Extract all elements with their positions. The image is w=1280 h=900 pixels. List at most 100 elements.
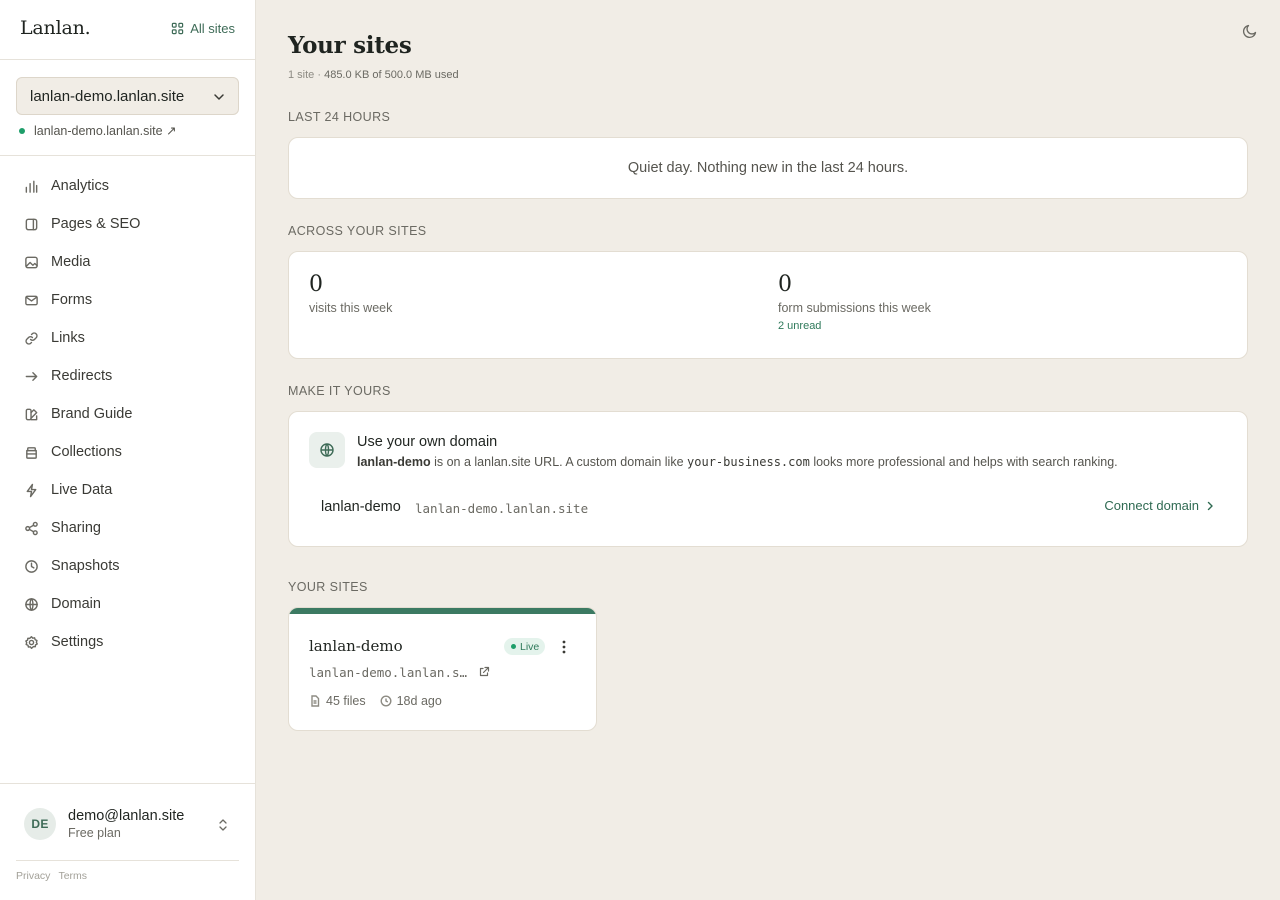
all-sites-label: All sites (190, 21, 235, 36)
sidebar-item-media[interactable]: Media (0, 243, 256, 281)
sidebar-item-domain[interactable]: Domain (0, 585, 256, 623)
sidebar: Lanlan. All sites lanlan-demo.lanlan.sit… (0, 0, 256, 900)
file-icon (311, 695, 320, 707)
site-select[interactable]: lanlan-demo.lanlan.site (16, 77, 239, 115)
globe-icon-box (309, 432, 345, 468)
sidebar-item-label: Media (51, 254, 91, 270)
connect-domain-label: Connect domain (1104, 498, 1199, 513)
sidebar-item-label: Collections (51, 444, 122, 460)
sidebar-item-label: Brand Guide (51, 406, 133, 422)
all-sites-link[interactable]: All sites (171, 21, 235, 36)
user-menu[interactable]: DE demo@lanlan.site Free plan (24, 808, 184, 840)
forms-label: form submissions this week (778, 301, 931, 315)
link-icon (25, 331, 38, 345)
desc-site-name: lanlan-demo (357, 455, 431, 469)
domain-card-title: Use your own domain (357, 434, 498, 450)
divider (0, 155, 256, 156)
sidebar-item-label: Pages & SEO (51, 216, 141, 232)
globe-icon (320, 443, 334, 457)
share-icon (25, 521, 38, 535)
section-label-make-it-yours: Make it yours (288, 384, 391, 398)
sidebar-item-analytics[interactable]: Analytics (0, 167, 256, 205)
sidebar-item-label: Settings (51, 634, 104, 650)
visits-value: 0 (309, 272, 323, 297)
page-title: Your sites (288, 32, 412, 59)
site-card-accent-bar (289, 608, 596, 614)
bolt-icon (26, 483, 37, 497)
sidebar-item-label: Redirects (51, 368, 113, 384)
divider (16, 860, 239, 861)
sidebar-item-label: Analytics (51, 178, 110, 194)
site-url-text: lanlan-demo.lanlan.site ↗ (34, 124, 177, 138)
site-card[interactable]: lanlan-demo Live lanlan-demo.lanlan.site… (288, 607, 597, 731)
unread-link[interactable]: 2 unread (778, 320, 931, 332)
status-badge: Live (504, 638, 546, 655)
external-link-icon[interactable] (478, 666, 490, 678)
terms-link[interactable]: Terms (58, 870, 87, 882)
gear-icon (25, 635, 38, 649)
subtitle-separator: · (314, 69, 325, 81)
clock-icon (25, 559, 38, 573)
connect-domain-button[interactable]: Connect domain (1104, 498, 1215, 513)
palette-icon (25, 408, 38, 420)
visits-label: visits this week (309, 301, 393, 315)
activity-empty-text: Quiet day. Nothing new in the last 24 ho… (627, 160, 909, 176)
sidebar-item-label: Live Data (51, 482, 113, 498)
site-url-link[interactable]: lanlan-demo.lanlan.site ↗ (19, 123, 177, 138)
moon-icon[interactable] (1242, 23, 1258, 39)
sidebar-item-links[interactable]: Links (0, 319, 256, 357)
privacy-link[interactable]: Privacy (16, 870, 50, 882)
sidebar-item-live-data[interactable]: Live Data (0, 471, 256, 509)
grid-icon (171, 22, 184, 35)
page-subtitle: 1 site · 485.0 KB of 500.0 MB used (288, 69, 459, 81)
sidebar-item-pages-seo[interactable]: Pages & SEO (0, 205, 256, 243)
status-badge-label: Live (520, 640, 540, 653)
chevron-right-icon (1207, 501, 1213, 510)
chevron-up-down-icon[interactable] (217, 817, 229, 833)
custom-domain-card: Use your own domain lanlan-demo is on a … (288, 411, 1248, 547)
site-card-meta: 45 files 18d ago (309, 694, 442, 708)
image-icon (25, 256, 38, 268)
sidebar-item-label: Snapshots (51, 558, 120, 574)
sidebar-item-forms[interactable]: Forms (0, 281, 256, 319)
stats-card: 0 visits this week 0 form submissions th… (288, 251, 1248, 359)
more-vertical-icon (562, 640, 566, 654)
files-count-label: 45 files (326, 694, 366, 708)
sidebar-item-redirects[interactable]: Redirects (0, 357, 256, 395)
sidebar-item-settings[interactable]: Settings (0, 623, 256, 661)
clock-icon (380, 695, 392, 707)
forms-stat: 0 form submissions this week 2 unread (778, 272, 931, 332)
sidebar-item-sharing[interactable]: Sharing (0, 509, 256, 547)
section-label-your-sites: Your sites (288, 580, 368, 594)
desc-example-domain: your-business.com (687, 455, 810, 469)
section-label-across-sites: Across your sites (288, 224, 427, 238)
sidebar-item-label: Domain (51, 596, 101, 612)
sidebar-item-collections[interactable]: Collections (0, 433, 256, 471)
site-count: 1 site (288, 69, 315, 81)
forms-value: 0 (778, 272, 792, 297)
section-label-last-24h: Last 24 hours (288, 110, 391, 124)
page-icon (25, 218, 38, 230)
sidebar-nav: Analytics Pages & SEO Media Forms Links … (0, 167, 256, 661)
status-dot (511, 644, 516, 649)
user-email: demo@lanlan.site (68, 808, 185, 824)
logo[interactable]: Lanlan. (20, 17, 91, 39)
last-updated-label: 18d ago (396, 694, 442, 708)
bar-chart-icon (25, 180, 38, 193)
sidebar-item-label: Forms (51, 292, 93, 308)
status-dot (19, 127, 25, 134)
footer-links: Privacy Terms (16, 870, 87, 882)
database-icon (26, 446, 37, 459)
more-options-button[interactable] (555, 638, 573, 656)
storage-usage: 485.0 KB of 500.0 MB used (324, 69, 459, 81)
divider (0, 783, 256, 784)
sidebar-item-brand-guide[interactable]: Brand Guide (0, 395, 256, 433)
activity-empty-card: Quiet day. Nothing new in the last 24 ho… (288, 137, 1248, 199)
site-card-url[interactable]: lanlan-demo.lanlan.site (309, 665, 469, 680)
user-plan: Free plan (68, 826, 121, 840)
globe-icon (25, 597, 38, 611)
sidebar-item-label: Sharing (51, 520, 101, 536)
sidebar-item-snapshots[interactable]: Snapshots (0, 547, 256, 585)
mail-icon (25, 295, 38, 305)
site-card-name: lanlan-demo (309, 637, 403, 655)
